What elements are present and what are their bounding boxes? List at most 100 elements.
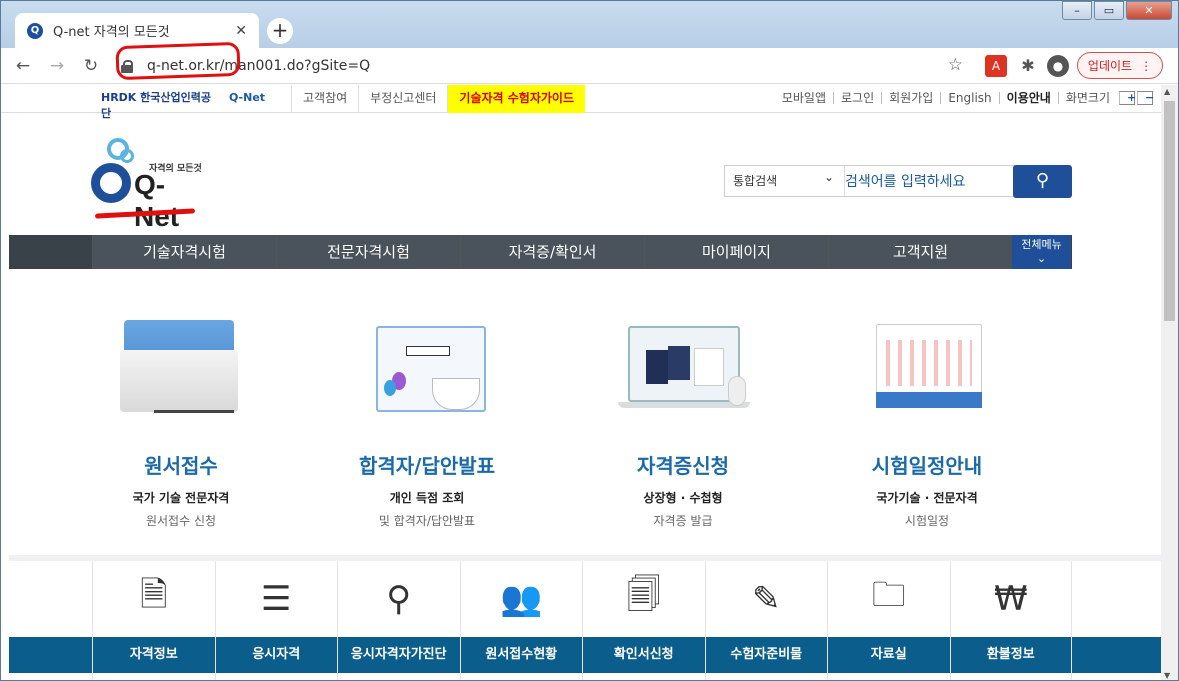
nav-support[interactable]: 고객지원 xyxy=(828,235,1012,269)
nav-technical-exam[interactable]: 기술자격시험 xyxy=(92,235,276,269)
card-title: 자격증신청 xyxy=(637,454,729,478)
card-subtitle: 상장형 · 수첩형 xyxy=(643,491,723,505)
link-signup[interactable]: 회원가입 xyxy=(881,92,940,104)
nav-professional-exam[interactable]: 전문자격시험 xyxy=(276,235,460,269)
link-login[interactable]: 로그인 xyxy=(833,92,881,104)
quick-link-label: 환불정보 xyxy=(950,637,1071,673)
search-icon: ⚲ xyxy=(1035,170,1050,191)
laptop-illustration-icon xyxy=(618,320,750,420)
link-english[interactable]: English xyxy=(940,92,998,104)
quick-link-self-check[interactable]: ⚲ 응시자격자가진단 xyxy=(337,561,460,680)
search-button[interactable]: ⚲ xyxy=(1013,165,1072,198)
nav-certificate[interactable]: 자격증/확인서 xyxy=(460,235,644,269)
vertical-scrollbar[interactable]: ▲ ▼ xyxy=(1161,85,1178,680)
scroll-thumb[interactable] xyxy=(1164,101,1175,321)
card-title: 원서접수 xyxy=(144,454,218,478)
quick-link-qualification-info[interactable]: 🗎 자격정보 xyxy=(92,561,215,680)
card-subtitle: 개인 득점 조회 xyxy=(389,491,465,505)
link-mobile-app[interactable]: 모바일앱 xyxy=(775,92,833,104)
search-input[interactable]: 검색어를 입력하세요 xyxy=(845,171,1036,191)
quick-link-refund[interactable]: ₩ 환불정보 xyxy=(949,561,1072,680)
calendar-illustration-icon xyxy=(862,320,992,420)
title-bar: Q Q-net 자격의 모든것 ✕ + – ▭ ✕ xyxy=(1,1,1178,48)
qnet-small-logo[interactable]: Q-Net xyxy=(229,91,265,104)
people-icon: 👥 xyxy=(500,579,543,619)
checklist-icon: ☰ xyxy=(261,579,292,619)
update-button[interactable]: 업데이트 ⋮ xyxy=(1077,52,1163,79)
quick-link-confirmation[interactable]: 🗐 확인서신청 xyxy=(582,561,705,680)
card-title: 시험일정안내 xyxy=(871,454,983,478)
quick-link-supplies[interactable]: ✎ 수험자준비물 xyxy=(704,561,827,680)
document-info-icon: 🗎 xyxy=(140,574,168,615)
quick-link-application-status[interactable]: 👥 원서접수현황 xyxy=(459,561,582,680)
quick-link-archive[interactable]: 🗀 자료실 xyxy=(827,561,950,680)
main-nav: 기술자격시험 전문자격시험 자격증/확인서 마이페이지 고객지원 전체메뉴 ⌄ xyxy=(9,235,1072,269)
menu-dots-icon: ⋮ xyxy=(1140,58,1153,73)
scroll-up-icon[interactable]: ▲ xyxy=(1164,87,1170,96)
all-menu-button[interactable]: 전체메뉴 ⌄ xyxy=(1012,235,1071,269)
quick-link-label: 응시자격자가진단 xyxy=(338,637,460,673)
card-results[interactable]: 합격자/답안발표 개인 득점 조회 및 합격자/답안발표 xyxy=(317,320,537,529)
nav-mypage[interactable]: 마이페이지 xyxy=(644,235,828,269)
quick-link-label: 원서접수현황 xyxy=(460,637,582,673)
minimize-button[interactable]: – xyxy=(1062,1,1092,20)
folder-illustration-icon xyxy=(116,320,246,420)
utility-bar: HRDK 한국산업인력공단 Q-Net 고객참여 부정신고센터 기술자격 수험자… xyxy=(1,85,1161,120)
logo-name: Q-Net xyxy=(134,169,180,232)
update-label: 업데이트 xyxy=(1087,59,1133,73)
card-desc: 원서접수 신청 xyxy=(145,514,217,528)
quick-link-label: 자료실 xyxy=(828,637,950,673)
pdf-extension-icon[interactable]: A xyxy=(985,55,1007,77)
money-icon: ₩ xyxy=(993,579,1028,619)
link-examinee-guide[interactable]: 기술자격 수험자가이드 xyxy=(447,85,586,113)
card-certificate[interactable]: 자격증신청 상장형 · 수첩형 자격증 발급 xyxy=(573,320,793,529)
card-schedule[interactable]: 시험일정안내 국가기술 · 전문자격 시험일정 xyxy=(817,320,1037,529)
search-category-select[interactable]: 통합검색 xyxy=(725,162,845,196)
document-return-icon: 🗐 xyxy=(626,574,661,615)
link-customer[interactable]: 고객참여 xyxy=(291,85,358,113)
search-box: 통합검색 검색어를 입력하세요 xyxy=(724,162,1037,197)
webpage: HRDK 한국산업인력공단 Q-Net 고객참여 부정신고센터 기술자격 수험자… xyxy=(1,85,1161,680)
quick-link-label: 수험자준비물 xyxy=(705,637,827,673)
extensions-puzzle-icon[interactable]: ✱ xyxy=(1017,55,1039,77)
annotation-circle xyxy=(115,41,241,81)
screen-size-label: 화면크기 xyxy=(1057,92,1117,104)
tab-close-icon[interactable]: ✕ xyxy=(235,23,247,39)
profile-avatar-icon[interactable]: ● xyxy=(1047,55,1069,77)
link-guide[interactable]: 이용안내 xyxy=(998,92,1058,104)
card-subtitle: 국가기술 · 전문자격 xyxy=(876,491,978,505)
address-bar[interactable]: q-net.or.kr/man001.do?gSite=Q ☆ xyxy=(121,52,971,80)
chevron-down-icon: ⌄ xyxy=(1036,252,1047,265)
card-desc: 및 합격자/답안발표 xyxy=(378,514,476,528)
all-menu-label: 전체메뉴 xyxy=(1021,238,1062,251)
maximize-button[interactable]: ▭ xyxy=(1094,1,1124,20)
quick-link-label: 확인서신청 xyxy=(583,637,705,673)
quick-links: 🗎 자격정보 ☰ 응시자격 ⚲ 응시자격자가진단 👥 원서접수현황 🗐 확인서신… xyxy=(92,561,1072,680)
card-application[interactable]: 원서접수 국가 기술 전문자격 원서접수 신청 xyxy=(71,320,291,529)
back-icon[interactable]: ← xyxy=(11,54,35,78)
hrdk-logo[interactable]: HRDK 한국산업인력공단 xyxy=(101,89,211,120)
scroll-down-icon[interactable]: ▼ xyxy=(1164,671,1170,680)
tab-title: Q-net 자격의 모든것 xyxy=(53,25,170,40)
magnifier-icon: ⚲ xyxy=(386,579,412,619)
card-title: 합격자/답안발표 xyxy=(358,454,496,478)
link-report[interactable]: 부정신고센터 xyxy=(358,85,447,113)
bookmark-star-icon[interactable]: ☆ xyxy=(948,55,963,75)
pencil-icon: ✎ xyxy=(752,579,781,619)
zoom-in-button[interactable]: + xyxy=(1119,91,1136,105)
folder-icon: 🗀 xyxy=(871,574,906,615)
quick-link-label: 응시자격 xyxy=(215,637,337,673)
reload-icon[interactable]: ↻ xyxy=(79,54,103,78)
card-desc: 시험일정 xyxy=(904,514,950,528)
browser-illustration-icon xyxy=(362,320,492,420)
qnet-logo[interactable]: 자격의 모든것 Q-Net xyxy=(87,135,202,232)
quick-link-eligibility[interactable]: ☰ 응시자격 xyxy=(214,561,337,680)
card-subtitle: 국가 기술 전문자격 xyxy=(132,491,230,505)
qnet-favicon-icon: Q xyxy=(27,22,43,39)
forward-icon[interactable]: → xyxy=(45,54,69,78)
zoom-out-button[interactable]: − xyxy=(1137,91,1154,105)
window-close-button[interactable]: ✕ xyxy=(1126,1,1172,20)
new-tab-button[interactable]: + xyxy=(267,18,293,44)
quick-link-label: 자격정보 xyxy=(93,637,215,673)
card-desc: 자격증 발급 xyxy=(653,514,713,528)
